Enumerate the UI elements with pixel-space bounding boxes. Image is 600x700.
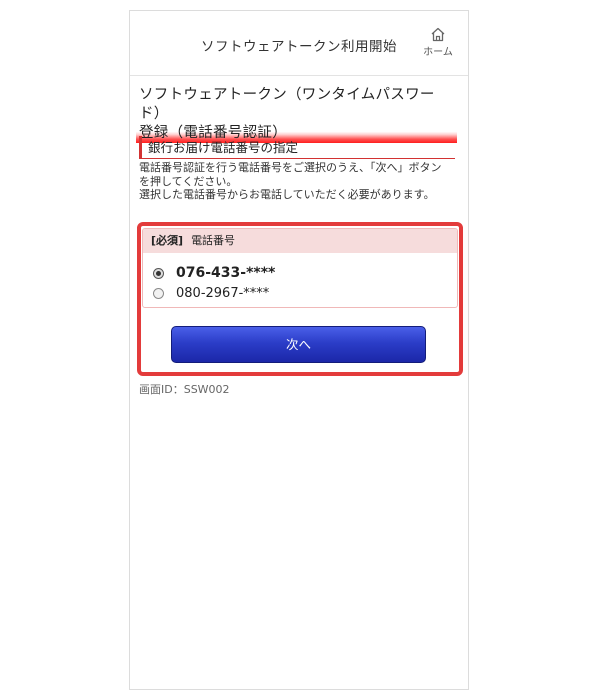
description: 電話番号認証を行う電話番号をご選択のうえ、「次へ」ボタン を押してください。 選… bbox=[139, 161, 457, 202]
phone-option-label: 076-433-**** bbox=[176, 265, 276, 281]
phone-number-field: [必須] 電話番号 076-433-**** 080-2967-**** bbox=[142, 228, 458, 308]
field-header: [必須] 電話番号 bbox=[143, 229, 457, 253]
required-badge: [必須] bbox=[151, 234, 184, 247]
section-heading: 銀行お届け電話番号の指定 bbox=[139, 136, 455, 159]
description-line: 選択した電話番号からお電話していただく必要があります。 bbox=[139, 188, 435, 201]
field-label: 電話番号 bbox=[191, 234, 236, 247]
app-header: ソフトウェアトークン利用開始 ホーム bbox=[130, 11, 468, 76]
phone-option-label: 080-2967-**** bbox=[176, 286, 270, 301]
main-heading: ソフトウェアトークン（ワンタイムパスワード） 登録（電話番号認証） bbox=[136, 86, 457, 143]
description-line: を押してください。 bbox=[139, 174, 238, 188]
description-line: 電話番号認証を行う電話番号をご選択のうえ、「次へ」ボタン bbox=[139, 161, 442, 174]
screen-id: 画面ID：SSW002 bbox=[139, 383, 230, 396]
radio-unselected[interactable] bbox=[153, 288, 164, 299]
phone-option-1[interactable]: 076-433-**** bbox=[153, 265, 275, 281]
home-button[interactable]: ホーム bbox=[422, 27, 454, 58]
phone-option-2[interactable]: 080-2967-**** bbox=[153, 286, 269, 301]
next-button[interactable]: 次へ bbox=[171, 326, 426, 363]
page-title: ソフトウェアトークン利用開始 bbox=[201, 39, 397, 55]
radio-selected[interactable] bbox=[153, 267, 164, 279]
home-label: ホーム bbox=[423, 47, 453, 58]
home-icon bbox=[431, 27, 445, 42]
main-heading-line1: ソフトウェアトークン（ワンタイムパスワード） bbox=[139, 87, 435, 122]
